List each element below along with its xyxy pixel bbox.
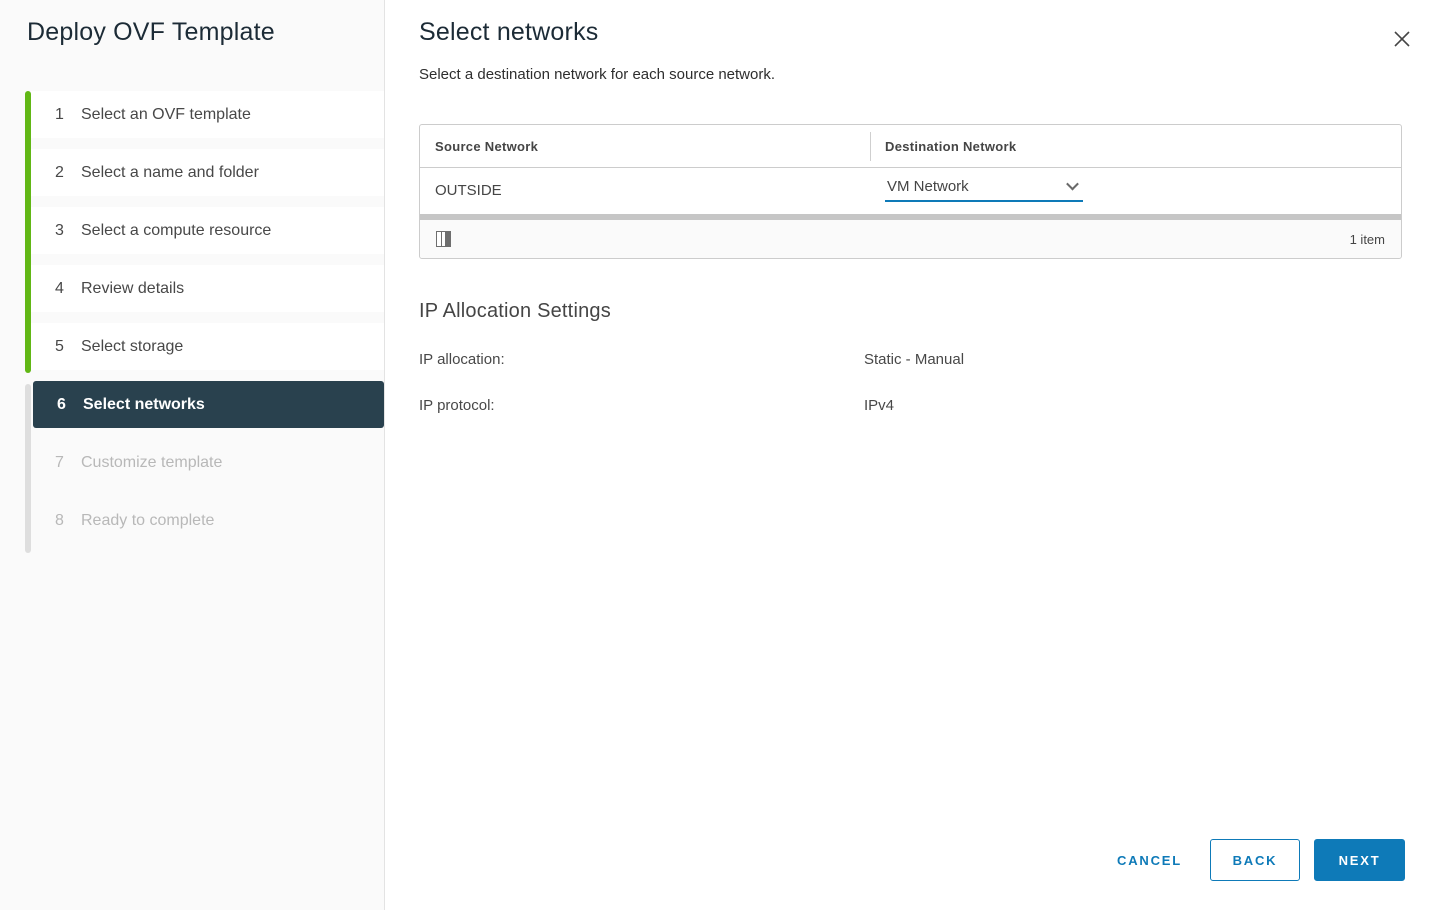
columns-icon[interactable] [436,231,451,247]
page-title: Select networks [419,18,599,46]
ip-protocol-field: IP protocol: IPv4 [419,397,894,414]
ip-allocation-field: IP allocation: Static - Manual [419,351,964,368]
destination-network-cell: VM Network [870,177,1401,202]
field-label: IP protocol: [419,397,495,414]
step-ready-to-complete: 8 Ready to complete [31,497,384,544]
wizard-content-pane: Select networks Select a destination net… [385,0,1429,910]
cancel-button[interactable]: CANCEL [1115,853,1184,868]
source-network-cell: OUTSIDE [435,181,502,199]
step-number: 3 [55,221,64,239]
step-number: 1 [55,105,64,123]
step-label: Select a compute resource [81,221,272,239]
next-button[interactable]: NEXT [1314,839,1405,881]
step-label: Select an OVF template [81,105,251,123]
field-value: IPv4 [864,397,895,414]
step-customize-template: 7 Customize template [31,439,384,486]
chevron-down-icon [1066,177,1079,190]
wizard-title: Deploy OVF Template [27,18,275,46]
step-select-a-compute-resource[interactable]: 3 Select a compute resource [31,207,384,254]
network-mapping-table: Source Network Destination Network OUTSI… [419,124,1402,259]
field-value: Static - Manual [864,351,965,368]
step-label: Select networks [83,395,205,413]
item-count: 1 item [1349,231,1385,247]
field-label: IP allocation: [419,351,505,368]
destination-network-select[interactable]: VM Network [885,177,1083,202]
step-label: Select a name and folder [81,163,259,181]
wizard-steps: 1 Select an OVF template 2 Select a name… [0,91,384,555]
page-subtitle: Select a destination network for each so… [419,66,776,83]
step-select-an-ovf-template[interactable]: 1 Select an OVF template [31,91,384,138]
step-review-details[interactable]: 4 Review details [31,265,384,312]
step-number: 8 [55,511,64,529]
step-select-networks-active[interactable]: 6 Select networks [33,381,384,428]
wizard-sidebar: Deploy OVF Template 1 Select an OVF temp… [0,0,385,910]
step-number: 6 [57,395,66,413]
step-label: Select storage [81,337,184,355]
column-header-destination-network: Destination Network [885,138,1017,154]
ip-allocation-heading: IP Allocation Settings [419,300,611,322]
column-header-source-network: Source Network [435,138,539,154]
step-label: Ready to complete [81,511,215,529]
step-number: 7 [55,453,64,471]
table-header-row: Source Network Destination Network [420,125,1401,168]
step-label: Customize template [81,453,223,471]
step-number: 2 [55,163,64,181]
destination-network-selected-value: VM Network [887,178,969,195]
step-select-storage[interactable]: 5 Select storage [31,323,384,370]
table-row: OUTSIDE VM Network [420,168,1401,212]
column-divider [870,132,871,161]
step-number: 4 [55,279,64,297]
back-button[interactable]: BACK [1210,839,1300,881]
close-icon[interactable] [1390,27,1414,51]
wizard-actions: CANCEL BACK NEXT [1115,839,1405,881]
step-label: Review details [81,279,185,297]
table-footer: 1 item [420,220,1401,258]
step-number: 5 [55,337,64,355]
step-select-a-name-and-folder[interactable]: 2 Select a name and folder [31,149,384,196]
